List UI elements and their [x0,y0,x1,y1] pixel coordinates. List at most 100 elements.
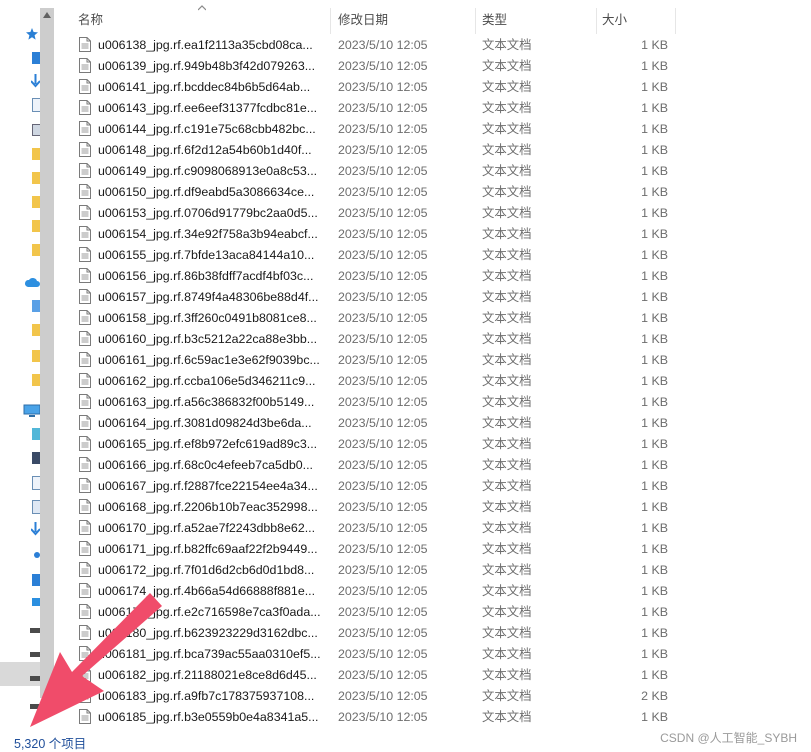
table-row[interactable]: u006174_jpg.rf.4b66a54d66888f881e... 2023… [56,581,676,602]
videos-icon[interactable] [32,452,40,464]
table-row[interactable]: u006181_jpg.rf.bca739ac55aa0310ef5... 202… [56,644,676,665]
this-pc-monitor-icon[interactable] [23,404,41,418]
table-row[interactable]: u006182_jpg.rf.21188021e8ce8d6d45... 2023… [56,665,676,686]
table-row[interactable]: u006150_jpg.rf.df9eabd5a3086634ce... 2023… [56,182,676,203]
column-header-date-modified[interactable]: 修改日期 [338,6,388,34]
folder-icon[interactable] [32,220,40,232]
table-row[interactable]: u006160_jpg.rf.b3c5212a22ca88e3bb... 2023… [56,329,676,350]
folder-icon[interactable] [32,244,40,256]
text-document-icon [79,436,91,451]
folder-icon[interactable] [32,324,40,336]
table-row[interactable]: u006158_jpg.rf.3ff260c0491b8081ce8... 202… [56,308,676,329]
file-size: 1 KB [641,710,668,724]
folder-icon[interactable] [32,196,40,208]
file-type: 文本文档 [482,185,532,199]
file-size: 1 KB [641,290,668,304]
table-row[interactable]: u006156_jpg.rf.86b38fdff7acdf4bf03c... 20… [56,266,676,287]
nav-selected-item[interactable] [0,662,40,686]
table-row[interactable]: u006149_jpg.rf.c9098068913e0a8c53... 2023… [56,161,676,182]
folder-icon[interactable] [32,172,40,184]
file-size: 1 KB [641,143,668,157]
desktop-folder-icon[interactable] [32,52,40,64]
onedrive-cloud-icon[interactable] [24,276,40,288]
table-row[interactable]: u006164_jpg.rf.3081d09824d3be6da... 2023/… [56,413,676,434]
column-header-type[interactable]: 类型 [482,6,507,34]
table-row[interactable]: u006165_jpg.rf.ef8b972efc619ad89c3... 202… [56,434,676,455]
drive-icon[interactable] [30,652,40,657]
folder-icon[interactable] [32,148,40,160]
table-row[interactable]: u006154_jpg.rf.34e92f758a3b94eabcf... 202… [56,224,676,245]
table-row[interactable]: u006177_jpg.rf.e2c716598e7ca3f0ada... 202… [56,602,676,623]
file-name: u006177_jpg.rf.e2c716598e7ca3f0ada... [98,605,321,619]
desktop-folder-icon[interactable] [32,574,40,586]
file-date-modified: 2023/5/10 12:05 [338,710,428,724]
file-name: u006143_jpg.rf.ee6eef31377fcdbc81e... [98,101,318,115]
table-row[interactable]: u006161_jpg.rf.6c59ac1e3e62f9039bc... 202… [56,350,676,371]
table-row[interactable]: u006138_jpg.rf.ea1f2113a35cbd08ca... 2023… [56,35,676,56]
file-type: 文本文档 [482,38,532,52]
table-row[interactable]: u006163_jpg.rf.a56c386832f00b5149... 2023… [56,392,676,413]
file-size: 1 KB [641,185,668,199]
table-row[interactable]: u006153_jpg.rf.0706d91779bc2aa0d5... 2023… [56,203,676,224]
drive-icon[interactable] [30,628,40,633]
file-date-modified: 2023/5/10 12:05 [338,437,428,451]
table-row[interactable]: u006167_jpg.rf.f2887fce22154ee4a34... 202… [56,476,676,497]
file-type: 文本文档 [482,458,532,472]
table-row[interactable]: u006144_jpg.rf.c191e75c68cbb482bc... 2023… [56,119,676,140]
downloads-arrow-icon[interactable] [31,522,40,536]
table-row[interactable]: u006155_jpg.rf.7bfde13aca84144a10... 2023… [56,245,676,266]
table-row[interactable]: u006172_jpg.rf.7f01d6d2cb6d0d1bd8... 2023… [56,560,676,581]
file-type: 文本文档 [482,122,532,136]
column-divider[interactable] [475,8,476,34]
table-row[interactable]: u006157_jpg.rf.8749f4a48306be88d4f... 202… [56,287,676,308]
folder-icon[interactable] [32,374,40,386]
table-row[interactable]: u006143_jpg.rf.ee6eef31377fcdbc81e... 202… [56,98,676,119]
file-name: u006171_jpg.rf.b82ffc69aaf22f2b9449... [98,542,318,556]
text-document-icon [79,58,91,73]
file-size: 1 KB [641,647,668,661]
file-date-modified: 2023/5/10 12:05 [338,80,428,94]
file-date-modified: 2023/5/10 12:05 [338,626,428,640]
file-date-modified: 2023/5/10 12:05 [338,332,428,346]
column-divider[interactable] [330,8,331,34]
file-date-modified: 2023/5/10 12:05 [338,38,428,52]
file-name: u006149_jpg.rf.c9098068913e0a8c53... [98,164,318,178]
table-row[interactable]: u006170_jpg.rf.a52ae7f2243dbb8e62... 2023… [56,518,676,539]
file-type: 文本文档 [482,311,532,325]
scroll-up-arrow-icon[interactable] [43,12,51,18]
windows-drive-icon[interactable] [32,598,40,606]
nav-scrollbar[interactable] [40,8,54,698]
column-divider[interactable] [596,8,597,34]
downloads-arrow-icon[interactable] [31,74,40,88]
file-date-modified: 2023/5/10 12:05 [338,164,428,178]
table-row[interactable]: u006185_jpg.rf.b3e0559b0e4a8341a5... 2023… [56,707,676,728]
quick-access-star-icon[interactable] [26,28,38,40]
column-divider[interactable] [675,8,676,34]
table-row[interactable]: u006166_jpg.rf.68c0c4efeeb7ca5db0... 2023… [56,455,676,476]
table-row[interactable]: u006139_jpg.rf.949b48b3f42d079263... 2023… [56,56,676,77]
file-date-modified: 2023/5/10 12:05 [338,479,428,493]
drive-icon[interactable] [30,704,40,709]
file-size: 1 KB [641,479,668,493]
table-row[interactable]: u006183_jpg.rf.a9fb7c178375937108... 2023… [56,686,676,707]
file-size: 1 KB [641,101,668,115]
drive-icon[interactable] [30,676,40,681]
table-row[interactable]: u006171_jpg.rf.b82ffc69aaf22f2b9449... 20… [56,539,676,560]
file-name: u006148_jpg.rf.6f2d12a54b60b1d40f... [98,143,312,157]
table-row[interactable]: u006180_jpg.rf.b623923229d3162dbc... 2023… [56,623,676,644]
file-type: 文本文档 [482,479,532,493]
cloud-folder-icon[interactable] [32,300,40,312]
file-date-modified: 2023/5/10 12:05 [338,248,428,262]
column-header-name[interactable]: 名称 [78,6,103,34]
table-row[interactable]: u006162_jpg.rf.ccba106e5d346211c9... 2023… [56,371,676,392]
file-name: u006167_jpg.rf.f2887fce22154ee4a34... [98,479,318,493]
table-row[interactable]: u006141_jpg.rf.bcddec84b6b5d64ab... 2023/… [56,77,676,98]
folder-icon[interactable] [32,350,40,362]
column-header-size[interactable]: 大小 [602,6,627,34]
file-name: u006141_jpg.rf.bcddec84b6b5d64ab... [98,80,311,94]
file-type: 文本文档 [482,101,532,115]
3d-objects-icon[interactable] [32,428,40,440]
table-row[interactable]: u006168_jpg.rf.2206b10b7eac352998... 2023… [56,497,676,518]
table-row[interactable]: u006148_jpg.rf.6f2d12a54b60b1d40f... 2023… [56,140,676,161]
file-type: 文本文档 [482,164,532,178]
